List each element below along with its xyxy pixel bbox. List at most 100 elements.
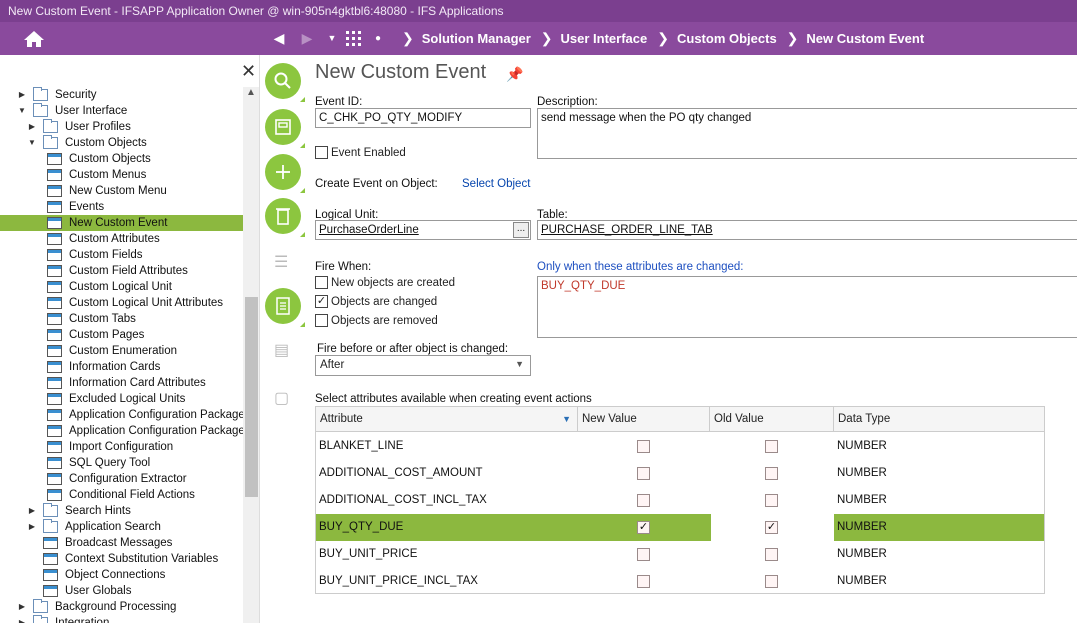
tree-item[interactable]: Custom Objects (43, 151, 151, 167)
tree-item[interactable]: ▶ Search Hints (27, 503, 131, 519)
old-value-checkbox[interactable] (765, 575, 778, 588)
tree-scrollbar[interactable]: ▲ (243, 87, 259, 623)
column-header-old-value[interactable]: Old Value (710, 407, 834, 432)
fire-when-option[interactable]: ✓ Objects are changed (315, 295, 437, 308)
tree-item[interactable]: Events (43, 199, 104, 215)
table-row[interactable]: BUY_UNIT_PRICE_INCL_TAX NUMBER (316, 568, 1044, 595)
new-button[interactable] (265, 154, 305, 193)
table-row[interactable]: BUY_UNIT_PRICE NUMBER (316, 541, 1044, 568)
sort-descending-icon[interactable]: ▼ (562, 407, 571, 432)
collapsed-caret-icon[interactable]: ▶ (27, 503, 37, 519)
tree-item[interactable]: ▶ Integration (17, 615, 109, 623)
new-value-checkbox[interactable] (637, 575, 650, 588)
tree-item[interactable]: Information Card Attributes (43, 375, 206, 391)
collapsed-caret-icon[interactable]: ▶ (27, 519, 37, 535)
tree-item[interactable]: Conditional Field Actions (43, 487, 195, 503)
breadcrumb-user-interface[interactable]: User Interface (561, 31, 648, 46)
new-value-checkbox[interactable]: ✓ (637, 521, 650, 534)
tree-item[interactable]: New Custom Event (43, 215, 167, 231)
tree-item[interactable]: Configuration Extractor (43, 471, 187, 487)
save-button[interactable] (265, 109, 305, 148)
search-button[interactable] (265, 63, 305, 102)
table-row[interactable]: ADDITIONAL_COST_INCL_TAX NUMBER (316, 487, 1044, 514)
column-header-data-type[interactable]: Data Type (834, 407, 1045, 432)
new-value-checkbox[interactable] (637, 467, 650, 480)
old-value-checkbox[interactable] (765, 548, 778, 561)
tree-item[interactable]: ▶ Application Search (27, 519, 161, 535)
forward-icon[interactable]: ▶ (298, 28, 316, 48)
fire-when-option[interactable]: New objects are created (315, 276, 455, 289)
collapsed-caret-icon[interactable]: ▶ (17, 87, 27, 103)
tree-item[interactable]: Import Configuration (43, 439, 173, 455)
document-icon[interactable]: ▤ (274, 340, 289, 360)
tree-item[interactable]: ▼ User Interface (17, 103, 127, 119)
select-object-link[interactable]: Select Object (462, 178, 530, 190)
only-when-attributes-field[interactable]: BUY_QTY_DUE (537, 276, 1077, 338)
expanded-caret-icon[interactable]: ▼ (27, 135, 37, 151)
table-row[interactable]: BLANKET_LINE NUMBER (316, 433, 1044, 460)
apps-grid-icon[interactable] (346, 31, 362, 47)
tree-item[interactable]: Custom Attributes (43, 231, 160, 247)
new-value-checkbox[interactable] (637, 494, 650, 507)
tree-item[interactable]: User Globals (27, 583, 131, 599)
fire-before-after-select[interactable]: After ▼ (315, 355, 531, 376)
description-field[interactable]: send message when the PO qty changed (537, 108, 1077, 159)
checkbox-unchecked[interactable] (315, 314, 328, 327)
lov-button[interactable]: ... (513, 222, 529, 238)
tree-item[interactable]: Custom Fields (43, 247, 143, 263)
breadcrumb-custom-objects[interactable]: Custom Objects (677, 31, 777, 46)
checkbox-box[interactable] (315, 146, 328, 159)
delete-button[interactable] (265, 198, 305, 237)
old-value-checkbox[interactable] (765, 494, 778, 507)
tree-item[interactable]: Application Configuration Packages (43, 423, 251, 439)
collapsed-caret-icon[interactable]: ▶ (17, 599, 27, 615)
table-row[interactable]: ADDITIONAL_COST_AMOUNT NUMBER (316, 460, 1044, 487)
tree-item[interactable]: Broadcast Messages (27, 535, 172, 551)
new-value-checkbox[interactable] (637, 440, 650, 453)
old-value-checkbox[interactable] (765, 440, 778, 453)
collapsed-caret-icon[interactable]: ▶ (27, 119, 37, 135)
tree-item[interactable]: ▶ Background Processing (17, 599, 176, 615)
home-icon[interactable] (22, 29, 46, 49)
tree-item[interactable]: Custom Logical Unit (43, 279, 172, 295)
tree-item[interactable]: Custom Tabs (43, 311, 136, 327)
breadcrumb-solution-manager[interactable]: Solution Manager (422, 31, 531, 46)
breadcrumb-new-custom-event[interactable]: New Custom Event (806, 31, 924, 46)
old-value-checkbox[interactable]: ✓ (765, 521, 778, 534)
tree-item[interactable]: Object Connections (27, 567, 165, 583)
event-enabled-checkbox[interactable]: Event Enabled (315, 146, 406, 159)
tree-item[interactable]: ▼ Custom Objects (27, 135, 147, 151)
tree-item[interactable]: Custom Field Attributes (43, 263, 188, 279)
details-button[interactable] (265, 288, 305, 327)
table-row[interactable]: BUY_QTY_DUE ✓ ✓ NUMBER (316, 514, 1044, 541)
event-id-field[interactable]: C_CHK_PO_QTY_MODIFY (315, 108, 531, 128)
tree-item[interactable]: Custom Menus (43, 167, 146, 183)
pin-icon[interactable]: 📌 (506, 66, 523, 83)
old-value-checkbox[interactable] (765, 467, 778, 480)
new-value-checkbox[interactable] (637, 548, 650, 561)
column-header-new-value[interactable]: New Value (578, 407, 710, 432)
tree-item[interactable]: SQL Query Tool (43, 455, 150, 471)
checkbox-unchecked[interactable] (315, 276, 328, 289)
tree-item[interactable]: Information Cards (43, 359, 160, 375)
checkbox-checked[interactable]: ✓ (315, 295, 328, 308)
tree-item[interactable]: Custom Pages (43, 327, 144, 343)
expanded-caret-icon[interactable]: ▼ (17, 103, 27, 119)
tree-item[interactable]: Context Substitution Variables (27, 551, 218, 567)
tree-item[interactable]: ▶ Security (17, 87, 97, 103)
tree-item[interactable]: Application Configuration Package (43, 407, 245, 423)
logical-unit-field[interactable]: PurchaseOrderLine (315, 220, 531, 240)
column-header-attribute[interactable]: Attribute ▼ (316, 407, 578, 432)
tree-item[interactable]: Custom Enumeration (43, 343, 177, 359)
history-dropdown-icon[interactable]: ▼ (326, 28, 338, 48)
fire-when-option[interactable]: Objects are removed (315, 314, 438, 327)
table-field[interactable]: PURCHASE_ORDER_LINE_TAB (537, 220, 1077, 240)
tree-item[interactable]: New Custom Menu (43, 183, 167, 199)
tree-item[interactable]: Excluded Logical Units (43, 391, 185, 407)
tree-item[interactable]: Custom Logical Unit Attributes (43, 295, 223, 311)
list-icon[interactable]: ☰ (274, 252, 288, 272)
scroll-up-icon[interactable]: ▲ (246, 87, 256, 98)
close-icon[interactable]: ✕ (241, 61, 256, 82)
collapsed-caret-icon[interactable]: ▶ (17, 615, 27, 623)
scrollbar-thumb[interactable] (245, 297, 258, 497)
